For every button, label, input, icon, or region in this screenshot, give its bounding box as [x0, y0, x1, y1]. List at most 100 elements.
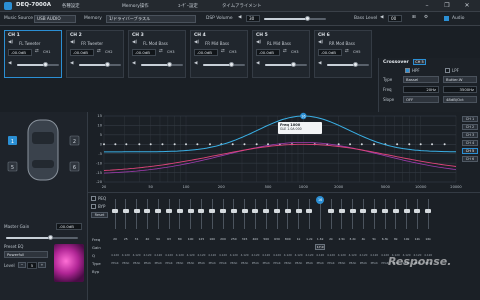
eq-band-freq[interactable]: 80 [175, 237, 185, 241]
eq-band-track[interactable] [222, 199, 224, 229]
eq-band-knob[interactable] [338, 209, 345, 213]
eq-band-knob[interactable] [209, 209, 216, 213]
eq-band-freq[interactable]: 125 [196, 237, 206, 241]
master-gain-slider[interactable] [6, 237, 78, 239]
eq-band-freq[interactable]: 1.2k [304, 237, 314, 241]
eq-band-track[interactable] [190, 199, 192, 229]
eq-band-track[interactable] [265, 199, 267, 229]
eq-band-q[interactable]: 4.120 [164, 253, 174, 257]
music-source-select[interactable]: USB AUDIO [34, 15, 76, 23]
eq-band-type[interactable]: PEAK [121, 261, 131, 265]
eq-band-freq[interactable]: 1k [294, 237, 304, 241]
eq-band-track[interactable] [341, 199, 343, 229]
eq-band-knob[interactable] [166, 209, 172, 213]
eq-band-type[interactable]: PEAK [272, 261, 282, 265]
lpf-slope-select[interactable]: 48dB/Oct [443, 96, 477, 103]
eq-band-track[interactable] [362, 199, 364, 229]
eq-band-knob[interactable] [144, 209, 151, 213]
bass-speaker-icon[interactable]: ◀ [380, 15, 383, 20]
channel-gain-slider[interactable] [17, 64, 59, 66]
eq-band-knob[interactable] [403, 209, 410, 213]
eq-band-knob[interactable] [382, 209, 388, 213]
eq-band-track[interactable] [384, 199, 386, 229]
eq-band-type[interactable]: PEAK [315, 261, 325, 265]
eq-band-freq[interactable]: 3.2k [348, 237, 358, 241]
channel-phase-icon[interactable]: ⇄ [97, 49, 101, 54]
eq-band-q[interactable]: 4.120 [348, 253, 358, 257]
legend-chip-ch3[interactable]: CH 3 [462, 132, 478, 138]
eq-band-knob[interactable] [122, 209, 129, 213]
eq-band-type[interactable]: PEAK [229, 261, 239, 265]
channel-mute-icon[interactable]: ◀ [194, 61, 197, 66]
menu-item-settings[interactable]: 各種設定 [62, 3, 80, 9]
channel-gain-value[interactable]: -00.0dB [256, 49, 280, 56]
eq-band-q[interactable]: 4.120 [240, 253, 250, 257]
eq-band-freq[interactable]: 250 [229, 237, 239, 241]
eq-band-track[interactable] [373, 199, 375, 229]
channel-phase-icon[interactable]: ⇄ [221, 49, 225, 54]
channel-gain-slider[interactable] [265, 64, 307, 66]
eq-band-track[interactable] [200, 199, 202, 229]
eq-band-q[interactable]: 4.120 [315, 253, 325, 257]
eq-band-freq[interactable]: 500 [261, 237, 271, 241]
eq-band-q[interactable]: 4.120 [110, 253, 120, 257]
eq-band-q[interactable]: 4.120 [261, 253, 271, 257]
channel-mute-icon[interactable]: ◀ [70, 61, 73, 66]
eq-band-q[interactable]: 4.120 [132, 253, 142, 257]
channel-gain-value[interactable]: -00.0dB [194, 49, 218, 56]
channel-phase-icon[interactable]: ⇄ [283, 49, 287, 54]
channel-phase-icon[interactable]: ⇄ [345, 49, 349, 54]
eq-band-knob[interactable] [198, 209, 205, 213]
eq-band-freq[interactable]: 2k [326, 237, 336, 241]
eq-band-track[interactable] [146, 199, 148, 229]
lpf-type-select[interactable]: Butter.W [443, 76, 477, 83]
byp-checkbox[interactable] [91, 204, 96, 209]
channel-gain-knob[interactable] [353, 62, 358, 67]
eq-band-type[interactable]: PEAK [110, 261, 120, 265]
minimize-icon[interactable]: – [420, 2, 434, 10]
crossover-channel-chip[interactable]: CH 5 [413, 59, 426, 65]
dsp-volume-knob[interactable] [305, 16, 310, 21]
eq-band-knob[interactable] [414, 209, 421, 213]
channel-mute-icon[interactable]: ◀ [318, 61, 321, 66]
eq-band-knob[interactable] [306, 209, 313, 213]
eq-band-freq[interactable]: 1.6k [315, 237, 325, 241]
eq-band-knob[interactable] [241, 209, 248, 213]
menu-item-time-alignment[interactable]: タイムアライメント [222, 3, 261, 9]
hpf-freq-input[interactable]: 20Hz [403, 86, 439, 93]
channel-mute-icon[interactable]: ◀ [132, 61, 135, 66]
channel-phase-icon[interactable]: ⇄ [159, 49, 163, 54]
channel-card-3[interactable]: CH 3 ◀) FL Mod Bass -00.0dB ⇄ CH3 ◀ [128, 30, 186, 78]
eq-band-freq[interactable]: 25 [121, 237, 131, 241]
eq-band-q[interactable]: 4.120 [229, 253, 239, 257]
reset-button[interactable]: Reset [91, 212, 108, 218]
eq-band-freq[interactable]: 8k [391, 237, 401, 241]
eq-band-q[interactable]: 4.120 [294, 253, 304, 257]
channel-gain-value[interactable]: -00.0dB [318, 49, 342, 56]
eq-band-q[interactable]: 4.120 [358, 253, 368, 257]
hpf-type-select[interactable]: Bassel [403, 76, 439, 83]
channel-speaker-icon[interactable]: ◀) [70, 40, 75, 45]
eq-band-freq[interactable]: 16k [423, 237, 433, 241]
audio-checkbox[interactable] [444, 16, 449, 21]
eq-band-track[interactable] [287, 199, 289, 229]
eq-band-track[interactable] [330, 199, 332, 229]
eq-band-q[interactable]: 4.120 [175, 253, 185, 257]
channel-speaker-icon[interactable]: ◀) [8, 40, 13, 45]
eq-band-freq[interactable]: 800 [283, 237, 293, 241]
eq-band-track[interactable] [168, 199, 170, 229]
eq-band-track[interactable] [233, 199, 235, 229]
memory-select[interactable]: 1/ドライバーブラスル [106, 15, 196, 23]
maximize-icon[interactable]: ❐ [440, 2, 454, 10]
channel-gain-value[interactable]: -00.0dB [70, 49, 94, 56]
eq-band-type[interactable]: PEAK [207, 261, 217, 265]
eq-band-type[interactable]: PEAK [164, 261, 174, 265]
eq-band-knob[interactable] [274, 209, 280, 213]
channel-card-6[interactable]: CH 6 ◀) RR Mod Bass -00.0dB ⇄ CH5 ◀ [314, 30, 372, 78]
eq-band-track[interactable] [406, 199, 408, 229]
eq-band-type[interactable]: PEAK [261, 261, 271, 265]
eq-band-knob[interactable] [263, 209, 270, 213]
channel-card-1[interactable]: CH 1 ◀) FL Tweeter -00.0dB ⇄ CH1 ◀ [4, 30, 62, 78]
gear-icon[interactable]: ⚙ [424, 15, 428, 20]
eq-band-type[interactable]: PEAK [218, 261, 228, 265]
